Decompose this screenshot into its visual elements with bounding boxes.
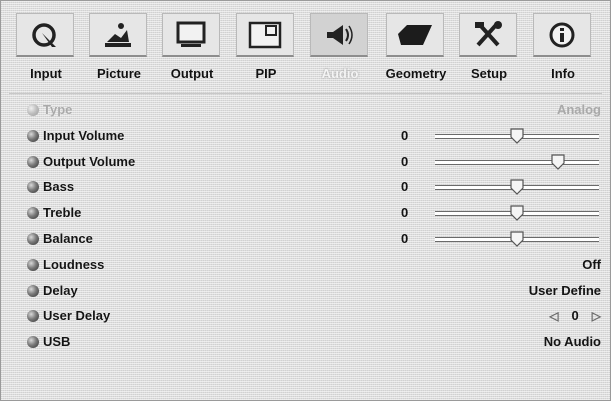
osd-menu: Input Picture Output PIP Audio Geometry … [0, 0, 611, 401]
tab-label: Input [30, 66, 62, 81]
row-value: 0 [401, 179, 409, 195]
user-delay-stepper[interactable]: ◁ 0 ▷ [549, 308, 601, 323]
picture-icon [89, 13, 147, 57]
row-balance[interactable]: Balance 0 [23, 226, 603, 252]
row-delay[interactable]: Delay User Define [23, 278, 603, 304]
row-usb[interactable]: USB No Audio [23, 329, 603, 355]
row-label: Delay [43, 282, 78, 298]
tab-label: Setup [470, 66, 508, 81]
tab-label: Picture [96, 66, 142, 81]
tab-info[interactable]: Info [526, 9, 600, 89]
slider-thumb[interactable] [510, 231, 524, 247]
tab-geometry[interactable]: Geometry [379, 9, 453, 89]
input-volume-slider[interactable] [435, 128, 599, 144]
row-label: Loudness [43, 256, 105, 272]
usb-value[interactable]: No Audio [544, 334, 601, 349]
bullet-icon [27, 310, 39, 323]
tab-setup[interactable]: Setup [452, 9, 526, 89]
row-label: Type [43, 102, 73, 117]
balance-slider[interactable] [435, 231, 599, 247]
pip-icon [236, 13, 294, 57]
row-value: Analog [556, 102, 601, 117]
bass-slider[interactable] [435, 179, 599, 196]
tab-label: PIP [255, 66, 277, 81]
treble-slider[interactable] [435, 205, 599, 222]
info-icon [533, 13, 591, 57]
row-label: Output Volume [43, 153, 136, 169]
slider-thumb[interactable] [551, 153, 565, 170]
row-value: 0 [401, 127, 409, 143]
tab-label: Geometry [385, 66, 447, 81]
loudness-value[interactable]: Off [582, 257, 601, 272]
input-icon [16, 13, 74, 57]
tab-audio[interactable]: Audio [303, 9, 377, 89]
tab-label: Audio [321, 66, 359, 81]
row-label: Input Volume [43, 127, 125, 143]
output-monitor-icon [162, 13, 220, 57]
slider-track [435, 159, 599, 165]
bullet-icon [27, 129, 39, 142]
user-delay-value: 0 [571, 308, 579, 324]
tab-picture[interactable]: Picture [82, 9, 156, 89]
row-label: USB [43, 334, 71, 350]
tab-pip[interactable]: PIP [229, 9, 303, 89]
output-volume-slider[interactable] [435, 153, 599, 170]
row-label: Bass [43, 179, 75, 195]
row-treble[interactable]: Treble 0 [23, 200, 603, 226]
speaker-icon [310, 13, 368, 57]
tab-divider [9, 93, 602, 94]
tab-input[interactable]: Input [9, 9, 83, 89]
tab-bar: Input Picture Output PIP Audio Geometry … [9, 9, 604, 89]
row-user-delay[interactable]: User Delay ◁ 0 ▷ [23, 303, 603, 329]
row-value: 0 [401, 230, 409, 246]
bullet-icon [27, 232, 39, 245]
bullet-icon [27, 258, 39, 271]
row-label: User Delay [43, 308, 111, 324]
row-input-volume[interactable]: Input Volume 0 [23, 123, 603, 149]
row-bass[interactable]: Bass 0 [23, 174, 603, 200]
row-value: 0 [401, 205, 409, 221]
row-value: 0 [401, 153, 409, 169]
bullet-icon [27, 104, 39, 116]
audio-settings-list: Type Analog Input Volume 0 Output Volume… [23, 97, 603, 355]
bullet-icon [27, 207, 39, 220]
row-type: Type Analog [23, 97, 603, 123]
tab-output[interactable]: Output [155, 9, 229, 89]
bullet-icon [27, 155, 39, 168]
row-label: Balance [43, 230, 93, 246]
bullet-icon [27, 284, 39, 297]
slider-thumb[interactable] [510, 205, 524, 222]
bullet-icon [27, 181, 39, 194]
tab-label: Info [551, 66, 575, 81]
row-output-volume[interactable]: Output Volume 0 [23, 149, 603, 175]
row-loudness[interactable]: Loudness Off [23, 252, 603, 278]
left-arrow-icon[interactable]: ◁ [549, 309, 558, 323]
tab-label: Output [170, 66, 214, 81]
slider-thumb[interactable] [510, 179, 524, 196]
geometry-icon [386, 13, 444, 57]
delay-value[interactable]: User Define [529, 283, 601, 298]
bullet-icon [27, 336, 39, 349]
slider-thumb[interactable] [510, 128, 524, 144]
row-label: Treble [43, 205, 82, 221]
tools-icon [459, 13, 517, 57]
right-arrow-icon[interactable]: ▷ [592, 309, 601, 323]
